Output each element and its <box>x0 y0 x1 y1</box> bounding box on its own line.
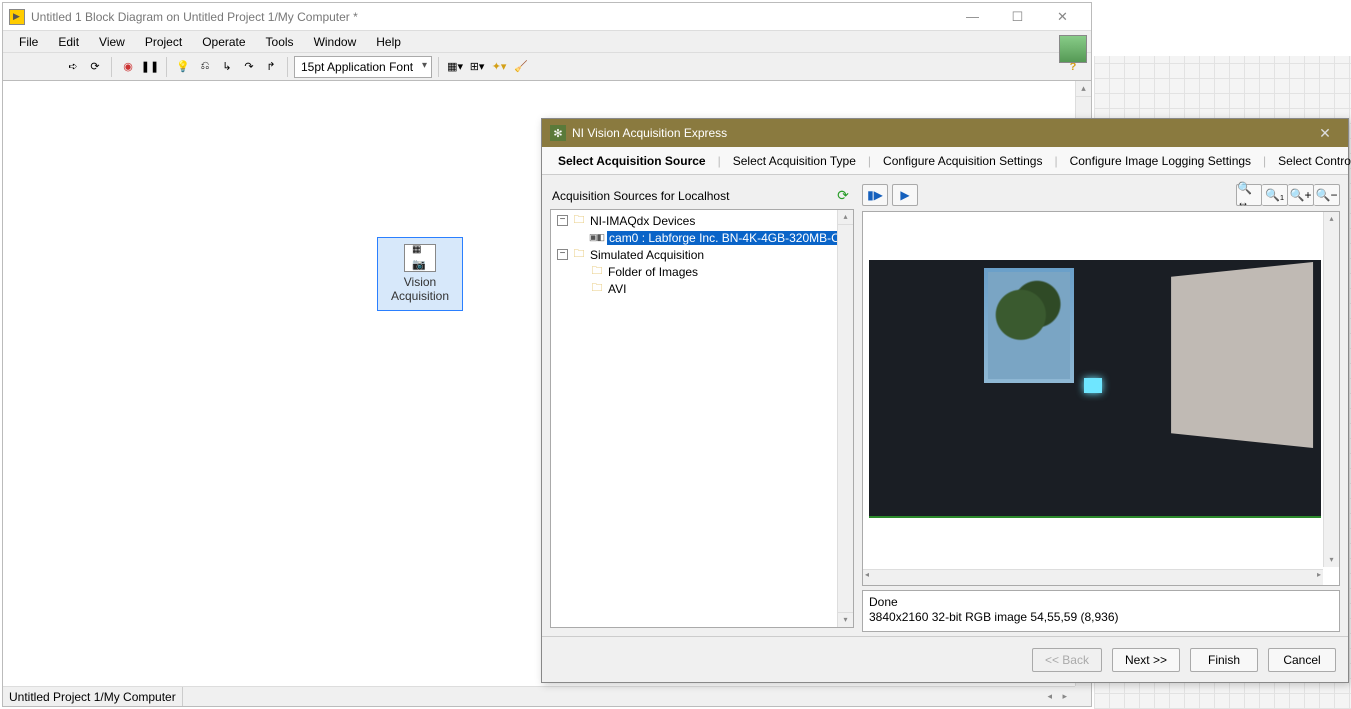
folder-icon: 🗀 <box>589 282 605 296</box>
run-button[interactable]: ➪ <box>63 57 83 77</box>
refresh-button[interactable]: ⟳ <box>834 187 852 205</box>
step-into-button[interactable]: ↳ <box>217 57 237 77</box>
align-button[interactable]: ▦▾ <box>445 57 465 77</box>
step-logging-settings[interactable]: Configure Image Logging Settings <box>1064 154 1257 168</box>
retain-wire-button[interactable]: ⎌ <box>195 57 215 77</box>
app-icon <box>9 9 25 25</box>
step-controls-indicators[interactable]: Select Controls/Indicators <box>1272 154 1351 168</box>
tree-node-simulated[interactable]: − 🗀 Simulated Acquisition <box>551 246 853 263</box>
vi-node-label: Vision Acquisition <box>378 276 462 304</box>
preview-toolbar: ▮▶ ▶ 🔍↔ 🔍₁ 🔍+ 🔍− <box>862 183 1340 207</box>
close-button[interactable]: ✕ <box>1040 4 1085 30</box>
zoom-1to1-button[interactable]: 🔍₁ <box>1262 184 1288 206</box>
image-status: Done 3840x2160 32-bit RGB image 54,55,59… <box>862 590 1340 632</box>
pause-button[interactable]: ❚❚ <box>140 57 160 77</box>
cancel-button[interactable]: Cancel <box>1268 648 1336 672</box>
menu-help[interactable]: Help <box>368 33 409 51</box>
titlebar[interactable]: Untitled 1 Block Diagram on Untitled Pro… <box>3 3 1091 31</box>
font-selector[interactable]: 15pt Application Font <box>294 56 432 78</box>
vision-acquisition-icon <box>404 244 436 272</box>
vision-acquisition-dialog: ✻ NI Vision Acquisition Express ✕ Select… <box>541 118 1349 683</box>
grab-button[interactable]: ▶ <box>892 184 918 206</box>
back-button[interactable]: << Back <box>1032 648 1102 672</box>
menu-tools[interactable]: Tools <box>258 33 302 51</box>
folder-icon: 🗀 <box>589 265 605 279</box>
finish-button[interactable]: Finish <box>1190 648 1258 672</box>
step-acquisition-source[interactable]: Select Acquisition Source <box>552 154 712 168</box>
menu-file[interactable]: File <box>11 33 46 51</box>
cleanup-button[interactable]: 🧹 <box>511 57 531 77</box>
status-line2: 3840x2160 32-bit RGB image 54,55,59 (8,9… <box>869 610 1333 625</box>
menu-project[interactable]: Project <box>137 33 190 51</box>
next-button[interactable]: Next >> <box>1112 648 1180 672</box>
minimize-button[interactable]: — <box>950 4 995 30</box>
step-out-button[interactable]: ↱ <box>261 57 281 77</box>
abort-button[interactable]: ◉ <box>118 57 138 77</box>
tree-node-imaqdx[interactable]: − 🗀 NI-IMAQdx Devices <box>551 212 853 229</box>
run-continuous-button[interactable]: ⟳ <box>85 57 105 77</box>
step-over-button[interactable]: ↷ <box>239 57 259 77</box>
image-preview[interactable]: ◂▸ <box>862 211 1340 586</box>
step-acquisition-settings[interactable]: Configure Acquisition Settings <box>877 154 1048 168</box>
wizard-step-bar: Select Acquisition Source | Select Acqui… <box>542 147 1348 175</box>
dialog-titlebar[interactable]: ✻ NI Vision Acquisition Express ✕ <box>542 119 1348 147</box>
zoom-in-button[interactable]: 🔍+ <box>1288 184 1314 206</box>
window-title: Untitled 1 Block Diagram on Untitled Pro… <box>31 10 950 24</box>
folder-icon: 🗀 <box>571 214 587 228</box>
highlight-exec-button[interactable]: 💡 <box>173 57 193 77</box>
toolbar: ➪ ⟳ ◉ ❚❚ 💡 ⎌ ↳ ↷ ↱ 15pt Application Font… <box>3 53 1091 81</box>
dialog-close-button[interactable]: ✕ <box>1310 125 1340 142</box>
zoom-out-button[interactable]: 🔍− <box>1314 184 1340 206</box>
preview-scrollbar-horizontal[interactable]: ◂▸ <box>863 569 1323 585</box>
sources-tree[interactable]: − 🗀 NI-IMAQdx Devices ▣◧ cam0 : Labforge… <box>550 209 854 628</box>
collapse-icon[interactable]: − <box>557 249 568 260</box>
reorder-button[interactable]: ✦▾ <box>489 57 509 77</box>
tree-node-avi[interactable]: 🗀 AVI <box>551 280 853 297</box>
acquisition-sources-pane: Acquisition Sources for Localhost ⟳ − 🗀 … <box>542 175 862 636</box>
preview-image <box>869 260 1321 518</box>
tree-node-folder-of-images[interactable]: 🗀 Folder of Images <box>551 263 853 280</box>
vi-icon[interactable] <box>1059 35 1087 63</box>
tree-node-cam0[interactable]: ▣◧ cam0 : Labforge Inc. BN-4K-4GB-320MB-… <box>551 229 853 246</box>
preview-pane: ▮▶ ▶ 🔍↔ 🔍₁ 🔍+ 🔍− ◂▸ <box>862 175 1348 636</box>
status-line1: Done <box>869 595 1333 610</box>
canvas-scrollbar-horizontal[interactable]: Untitled Project 1/My Computer <box>3 686 1075 706</box>
dialog-title: NI Vision Acquisition Express <box>572 126 1310 140</box>
tree-scrollbar[interactable] <box>837 210 853 627</box>
collapse-icon[interactable]: − <box>557 215 568 226</box>
status-path: Untitled Project 1/My Computer <box>3 687 183 706</box>
dialog-footer: << Back Next >> Finish Cancel <box>542 636 1348 682</box>
folder-icon: 🗀 <box>571 248 587 262</box>
maximize-button[interactable]: ☐ <box>995 4 1040 30</box>
vision-acquisition-node[interactable]: Vision Acquisition <box>377 237 463 311</box>
menu-operate[interactable]: Operate <box>194 33 253 51</box>
menu-window[interactable]: Window <box>306 33 365 51</box>
preview-scrollbar-vertical[interactable] <box>1323 212 1339 567</box>
snap-button[interactable]: ▮▶ <box>862 184 888 206</box>
sources-header: Acquisition Sources for Localhost <box>552 189 729 203</box>
menu-view[interactable]: View <box>91 33 133 51</box>
step-acquisition-type[interactable]: Select Acquisition Type <box>727 154 862 168</box>
camera-icon: ▣◧ <box>589 231 604 245</box>
dialog-icon: ✻ <box>550 125 566 141</box>
menu-edit[interactable]: Edit <box>50 33 87 51</box>
menubar: File Edit View Project Operate Tools Win… <box>3 31 1091 53</box>
zoom-fit-button[interactable]: 🔍↔ <box>1236 184 1262 206</box>
distribute-button[interactable]: ⊞▾ <box>467 57 487 77</box>
